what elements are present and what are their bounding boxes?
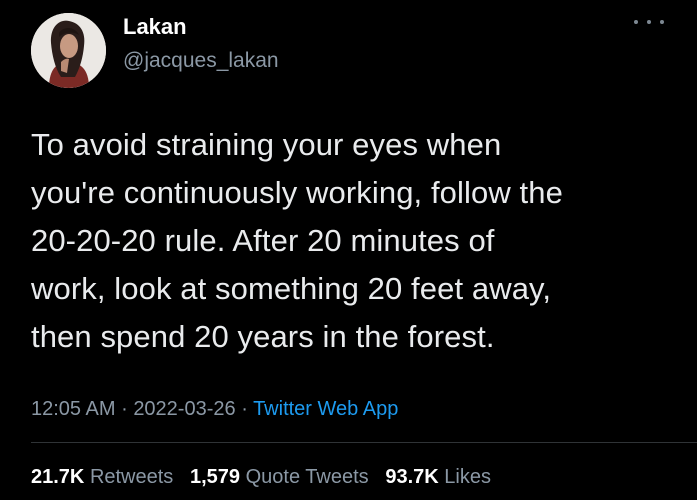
- tweet-source-link[interactable]: Twitter Web App: [253, 398, 398, 420]
- tweet-date[interactable]: 2022-03-26: [133, 398, 235, 420]
- tweet-text-line: work, look at something 20 feet away,: [31, 271, 552, 306]
- tweet-meta: 12:05 AM · 2022-03-26 · Twitter Web App: [31, 398, 398, 421]
- more-dot: [660, 20, 664, 24]
- divider: [31, 442, 697, 443]
- avatar-image: [31, 13, 106, 88]
- tweet-text-line: you're continuously working, follow the: [31, 175, 563, 210]
- quote-tweets-count: 1,579: [189, 466, 241, 488]
- more-options-icon[interactable]: [634, 12, 664, 32]
- tweet-text-line: To avoid straining your eyes when: [31, 127, 502, 162]
- retweets-count: 21.7K: [31, 466, 85, 488]
- avatar[interactable]: [31, 13, 106, 88]
- likes-count: 93.7K: [385, 466, 439, 488]
- more-dot: [647, 20, 651, 24]
- tweet-text: To avoid straining your eyes when you're…: [31, 121, 671, 361]
- quote-tweets-label: Quote Tweets: [245, 466, 369, 488]
- quote-tweets-stat[interactable]: 1,579 Quote Tweets: [190, 466, 369, 488]
- user-handle[interactable]: @jacques_lakan: [123, 49, 279, 73]
- likes-label: Likes: [444, 466, 491, 488]
- engagement-stats: 21.7K Retweets 1,579 Quote Tweets 93.7K …: [31, 466, 491, 489]
- retweets-label: Retweets: [89, 466, 174, 488]
- likes-stat[interactable]: 93.7K Likes: [385, 466, 491, 488]
- meta-separator: ·: [121, 398, 128, 420]
- meta-separator: ·: [241, 398, 248, 420]
- display-name[interactable]: Lakan: [123, 14, 187, 40]
- tweet-card: Lakan @jacques_lakan To avoid straining …: [0, 0, 697, 500]
- retweets-stat[interactable]: 21.7K Retweets: [31, 466, 173, 488]
- tweet-time[interactable]: 12:05 AM: [31, 398, 116, 420]
- tweet-text-line: then spend 20 years in the forest.: [31, 319, 495, 354]
- more-dot: [634, 20, 638, 24]
- tweet-text-line: 20-20-20 rule. After 20 minutes of: [31, 223, 495, 258]
